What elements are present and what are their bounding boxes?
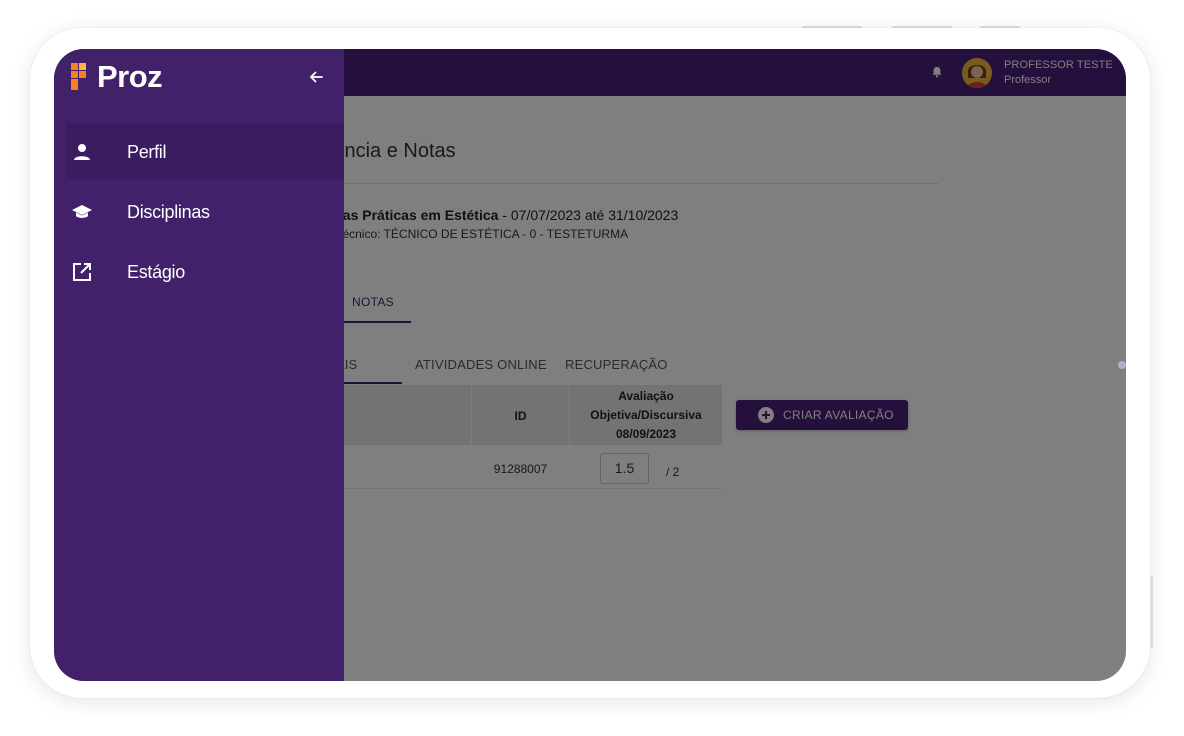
sidebar-item-estagio[interactable]: Estágio <box>66 243 344 299</box>
sidebar-item-disciplinas[interactable]: Disciplinas <box>66 183 344 239</box>
arrow-left-icon[interactable] <box>308 69 324 85</box>
sidebar-item-perfil[interactable]: Perfil <box>66 123 344 179</box>
proz-logo-icon <box>71 63 86 90</box>
sidebar-item-label: Perfil <box>127 142 167 162</box>
external-link-icon <box>73 263 91 281</box>
sidebar-item-label: Disciplinas <box>127 202 210 222</box>
sidebar-item-label: Estágio <box>127 262 185 282</box>
edge-indicator-dot <box>1118 361 1126 369</box>
device-side-button <box>1150 576 1153 648</box>
graduation-cap-icon <box>72 205 92 218</box>
navigation-drawer: Proz Perfil Disciplinas Estágio <box>54 49 344 681</box>
user-icon <box>74 144 90 160</box>
app-screen: PROFESSOR TESTE Professor equência e Not… <box>54 49 1126 681</box>
logo-text: Proz <box>97 59 163 94</box>
